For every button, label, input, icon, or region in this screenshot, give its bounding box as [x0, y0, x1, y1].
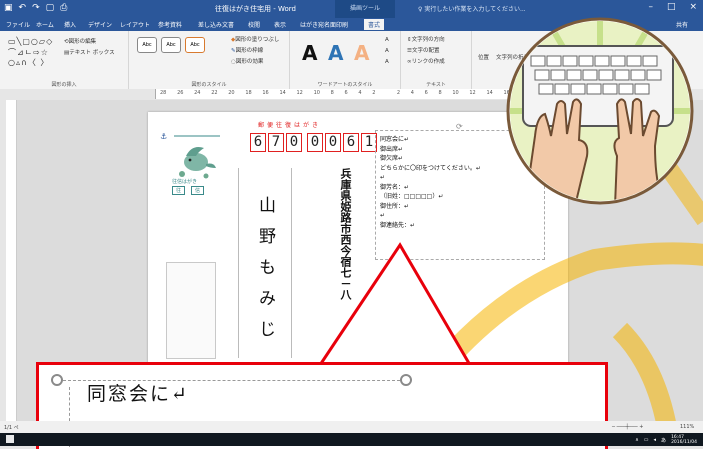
- volume-icon[interactable]: ◂: [654, 437, 657, 443]
- network-icon[interactable]: ▭: [644, 437, 649, 443]
- status-bar: 1/1 ペ ─ ───┼─── + 111%: [0, 421, 703, 433]
- system-tray: ∧ ▭ ◂ あ 16:47 2016/11/04: [635, 435, 697, 445]
- ime-indicator[interactable]: あ: [661, 437, 666, 444]
- resize-handle[interactable]: [51, 374, 63, 386]
- chevron-up-icon[interactable]: ∧: [635, 437, 639, 443]
- clock[interactable]: 16:47 2016/11/04: [671, 435, 697, 445]
- page-indicator[interactable]: 1/1 ペ: [4, 424, 19, 431]
- zoom-level[interactable]: 111%: [680, 424, 694, 430]
- clock-date: 2016/11/04: [671, 440, 697, 445]
- callout-zoomed-text: 同窓会に↵: [87, 383, 189, 405]
- typing-hands-illustration-icon: [506, 17, 694, 205]
- taskbar: ∧ ▭ ◂ あ 16:47 2016/11/04: [0, 433, 703, 446]
- resize-handle[interactable]: [400, 374, 412, 386]
- windows-start-icon[interactable]: [6, 435, 14, 443]
- zoom-slider[interactable]: ─ ───┼─── +: [612, 424, 643, 430]
